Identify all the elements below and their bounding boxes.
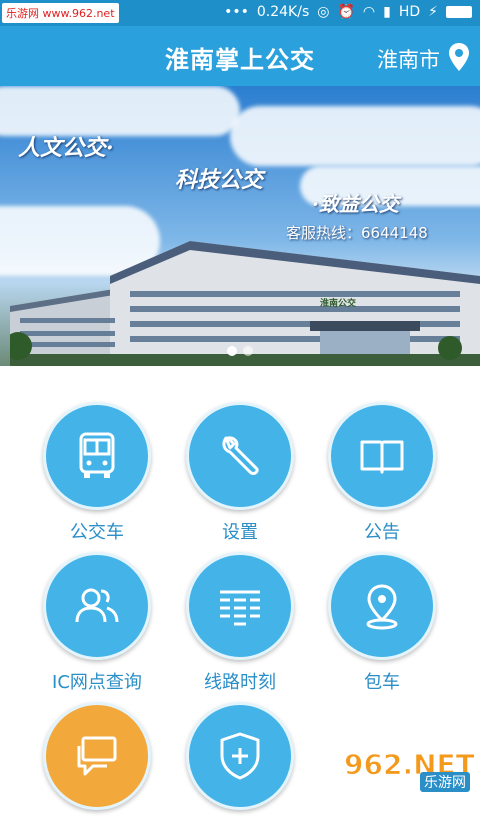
watermark-logo: 962.NET 乐游网	[344, 748, 475, 792]
sync-icon: ◎	[317, 4, 330, 20]
menu-label-charter: 包车	[364, 672, 400, 693]
menu-tile-feedback[interactable]	[22, 702, 172, 818]
city-selector[interactable]: 淮南市	[377, 44, 440, 74]
users-icon	[75, 588, 119, 623]
menu-tile-charter[interactable]: 包车	[307, 552, 457, 694]
ic-outlets-button[interactable]	[43, 552, 151, 660]
wrench-icon	[222, 436, 259, 475]
menu-tile-ic-outlets[interactable]: IC网点查询	[22, 552, 172, 694]
banner-slogan-1: 人文公交·	[18, 135, 114, 161]
building-sign: 淮南公交	[320, 299, 357, 309]
menu-tile-bus[interactable]: 公交车	[22, 402, 172, 544]
alarm-icon: ⏰	[337, 4, 355, 20]
safety-button[interactable]	[186, 702, 294, 810]
settings-button[interactable]	[186, 402, 294, 510]
banner-slogan-3: ·致益公交	[312, 192, 399, 216]
menu-tile-safety[interactable]	[165, 702, 315, 818]
menu-grid: 公交车 设置 公告 IC网点查询 线路时刻 包车 962.NET 乐游网	[0, 366, 480, 810]
menu-label-settings: 设置	[222, 522, 258, 543]
carousel-dot-2[interactable]	[243, 346, 253, 356]
banner-slogan-2: 科技公交	[175, 167, 264, 193]
menu-label-bus: 公交车	[70, 522, 124, 543]
menu-tile-notice[interactable]: 公告	[307, 402, 457, 544]
network-speed: 0.24K/s	[256, 4, 310, 20]
status-bar: 乐游网 www.962.net ••• 0.24K/s ◎ ⏰ ◠ ▮ HD ⚡	[0, 0, 480, 26]
bus-icon	[79, 432, 115, 478]
menu-label-timetable: 线路时刻	[204, 672, 276, 693]
status-icons: ••• 0.24K/s ◎ ⏰ ◠ ▮ HD ⚡	[224, 4, 472, 20]
menu-label-notice: 公告	[364, 522, 400, 543]
book-icon	[360, 440, 404, 474]
location-pin-icon[interactable]	[448, 42, 470, 72]
location-pin-icon	[366, 584, 398, 630]
dots-icon: •••	[224, 4, 249, 20]
shield-plus-icon	[220, 732, 260, 780]
feedback-button[interactable]	[43, 702, 151, 810]
notice-button[interactable]	[328, 402, 436, 510]
carousel-indicator	[0, 346, 480, 356]
timetable-button[interactable]	[186, 552, 294, 660]
menu-tile-settings[interactable]: 设置	[165, 402, 315, 544]
bus-button[interactable]	[43, 402, 151, 510]
carousel-dot-1[interactable]	[227, 346, 237, 356]
wifi-icon: ◠	[362, 4, 376, 20]
watermark-site-name: 乐游网	[420, 772, 470, 792]
menu-label-ic-outlets: IC网点查询	[52, 672, 142, 693]
battery-icon	[446, 6, 472, 18]
watermark-label: 乐游网 www.962.net	[2, 3, 119, 23]
timetable-icon	[220, 590, 260, 626]
charter-button[interactable]	[328, 552, 436, 660]
signal-icon: ▮	[383, 4, 391, 20]
network-type: HD	[398, 4, 421, 20]
charging-icon: ⚡	[428, 4, 438, 20]
banner-carousel[interactable]: 人文公交· 科技公交 ·致益公交 客服热线：6644148 淮南公交	[0, 86, 480, 366]
chat-icon	[77, 736, 117, 776]
app-bar: 淮南掌上公交 淮南市	[0, 26, 480, 86]
menu-tile-timetable[interactable]: 线路时刻	[165, 552, 315, 694]
